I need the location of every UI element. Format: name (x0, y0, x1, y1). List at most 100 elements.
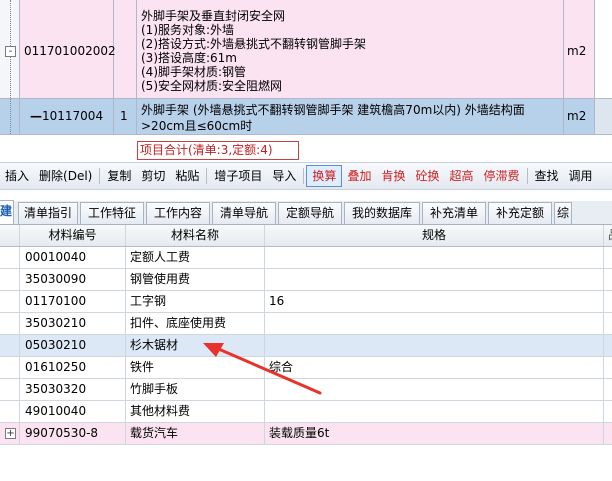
toolbar-button[interactable]: 叠加 (342, 165, 376, 187)
material-code[interactable]: 05030210 (20, 335, 126, 356)
tree-cell (0, 99, 20, 134)
material-extra[interactable] (604, 291, 612, 312)
code-cell[interactable]: 011701002002 (20, 0, 116, 98)
material-spec[interactable]: 16 (265, 291, 604, 312)
material-code[interactable]: 01610250 (20, 357, 126, 378)
material-extra[interactable] (604, 335, 612, 356)
description-line: (2)搭设方式:外墙悬挑式不翻转钢管脚手架 (141, 37, 367, 51)
toolbar-button[interactable]: 停滞费 (479, 165, 525, 187)
material-spec[interactable] (265, 247, 604, 268)
toolbar-button[interactable]: 调用 (564, 165, 598, 187)
index-cell[interactable] (114, 0, 137, 98)
materials-table: 材料编号 材料名称 规格 品 00010040定额人工费35030090钢管使用… (0, 225, 612, 445)
material-name[interactable]: 载货汽车 (126, 423, 265, 444)
table-row[interactable]: 01610250 铁件 综合 (0, 357, 612, 379)
tab-item[interactable]: 工作特征 (80, 202, 144, 224)
material-extra[interactable] (604, 269, 612, 290)
bill-row-sub[interactable]: — 10117004 1 外脚手架 (外墙悬挑式不翻转钢管脚手架 建筑檐高70m… (0, 99, 612, 135)
material-name[interactable]: 杉木锯材 (126, 335, 265, 356)
material-name[interactable]: 铁件 (126, 357, 265, 378)
material-name[interactable]: 扣件、底座使用费 (126, 313, 265, 334)
toolbar-button[interactable]: 砼换 (410, 165, 444, 187)
material-code[interactable]: 99070530-8 (20, 423, 126, 444)
table-row[interactable]: 00010040 定额人工费 (0, 247, 612, 269)
row-tree-cell (0, 313, 20, 334)
code-cell[interactable]: — 10117004 (20, 99, 114, 134)
table-row[interactable]: 49010040 其他材料费 (0, 401, 612, 423)
material-extra[interactable] (604, 379, 612, 400)
material-code[interactable]: 35030320 (20, 379, 126, 400)
material-code[interactable]: 01170100 (20, 291, 126, 312)
material-extra[interactable] (604, 423, 612, 444)
description-line: (1)服务对象:外墙 (141, 23, 235, 37)
description-line: (5)安全网材质:安全阻燃网 (141, 79, 283, 93)
tab-item[interactable]: 定额导航 (278, 202, 342, 224)
toolbar-button[interactable]: 肯换 (376, 165, 410, 187)
toolbar-button[interactable]: 查找 (530, 165, 564, 187)
material-code[interactable]: 35030210 (20, 313, 126, 334)
table-row[interactable]: 35030090 钢管使用费 (0, 269, 612, 291)
material-extra[interactable] (604, 247, 612, 268)
table-row[interactable]: 35030320 竹脚手板 (0, 379, 612, 401)
item-code: 011701002002 (24, 44, 116, 58)
material-spec[interactable] (265, 269, 604, 290)
header-rest[interactable]: 品 (604, 225, 612, 246)
row-tree-cell (0, 269, 20, 290)
header-name[interactable]: 材料名称 (126, 225, 265, 246)
material-spec[interactable] (265, 401, 604, 422)
material-spec[interactable]: 装载质量6t (265, 423, 604, 444)
material-spec[interactable] (265, 313, 604, 334)
material-name[interactable]: 竹脚手板 (126, 379, 265, 400)
material-spec[interactable] (265, 379, 604, 400)
bill-row-main[interactable]: - 011701002002 外脚手架及垂直封闭安全网 (1)服务对象:外墙 (2)… (0, 0, 612, 99)
unit-cell[interactable]: m2 (564, 0, 595, 98)
material-extra[interactable] (604, 357, 612, 378)
index-cell[interactable]: 1 (114, 99, 137, 134)
tab-item[interactable]: 建 (0, 200, 14, 224)
tab-item[interactable]: 清单导航 (212, 202, 276, 224)
material-spec[interactable] (265, 335, 604, 356)
table-row[interactable]: 01170100 工字钢 16 (0, 291, 612, 313)
toolbar-button[interactable]: 插入 (0, 165, 34, 187)
tab-item[interactable]: 综 (554, 202, 572, 224)
toolbar-button[interactable]: 导入 (267, 165, 301, 187)
material-spec[interactable]: 综合 (265, 357, 604, 378)
tab-item[interactable]: 我的数据库 (344, 202, 420, 224)
toolbar-button[interactable]: 超高 (444, 165, 478, 187)
material-name[interactable]: 钢管使用费 (126, 269, 265, 290)
tree-line (10, 99, 11, 134)
material-extra[interactable] (604, 401, 612, 422)
row-tree-cell (0, 379, 20, 400)
table-row[interactable]: 05030210 杉木锯材 (0, 335, 612, 357)
material-name[interactable]: 定额人工费 (126, 247, 265, 268)
material-code[interactable]: 35030090 (20, 269, 126, 290)
material-name[interactable]: 其他材料费 (126, 401, 265, 422)
header-tree (0, 225, 20, 246)
header-code[interactable]: 材料编号 (20, 225, 126, 246)
tab-item[interactable]: 补充定额 (488, 202, 552, 224)
tab-item[interactable]: 补充清单 (422, 202, 486, 224)
toolbar-separator (206, 168, 208, 184)
table-row[interactable]: +99070530-8 载货汽车 装载质量6t (0, 423, 612, 445)
unit-cell[interactable]: m2 (564, 99, 595, 134)
tab-item[interactable]: 清单指引 (18, 202, 78, 224)
material-code[interactable]: 00010040 (20, 247, 126, 268)
toolbar-button[interactable]: 删除(Del) (34, 165, 97, 187)
header-spec[interactable]: 规格 (265, 225, 604, 246)
toolbar-button[interactable]: 剪切 (136, 165, 170, 187)
tab-item[interactable]: 工作内容 (146, 202, 210, 224)
toolbar-button[interactable]: 增子项目 (209, 165, 267, 187)
tree-cell: - (0, 0, 20, 98)
description-line: 外脚手架及垂直封闭安全网 (141, 9, 286, 23)
collapse-icon[interactable]: - (5, 46, 16, 57)
toolbar-button[interactable]: 换算 (306, 165, 343, 187)
material-name[interactable]: 工字钢 (126, 291, 265, 312)
toolbar-button[interactable]: 复制 (102, 165, 136, 187)
expand-icon[interactable]: + (5, 428, 16, 439)
description-cell[interactable]: 外脚手架及垂直封闭安全网 (1)服务对象:外墙 (2)搭设方式:外墙悬挑式不翻转钢管… (137, 0, 564, 98)
material-code[interactable]: 49010040 (20, 401, 126, 422)
table-row[interactable]: 35030210 扣件、底座使用费 (0, 313, 612, 335)
toolbar-button[interactable]: 粘贴 (170, 165, 204, 187)
material-extra[interactable] (604, 313, 612, 334)
description-cell[interactable]: 外脚手架 (外墙悬挑式不翻转钢管脚手架 建筑檐高70m以内) 外墙结构面>20c… (137, 99, 564, 134)
